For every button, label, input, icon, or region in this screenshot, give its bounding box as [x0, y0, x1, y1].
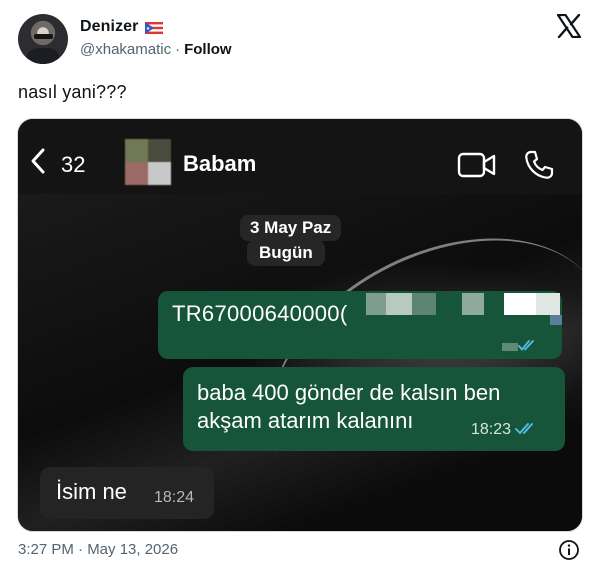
tweet-timestamp[interactable]: 3:27 PM · May 13, 2026 [18, 541, 178, 558]
contact-avatar-pixelated[interactable] [125, 139, 171, 185]
info-icon[interactable] [558, 539, 580, 561]
author-handle[interactable]: @xhakamatic [80, 41, 171, 58]
follow-button[interactable]: Follow [184, 41, 232, 58]
avatar-sunglasses [34, 34, 53, 39]
tweet-media-image[interactable]: 32 Babam 3 May Paz Bugün TR67000640000(… [17, 118, 583, 532]
author-handle-line: @xhakamatic · Follow [80, 41, 232, 58]
read-receipt-icon [502, 339, 538, 353]
message-text: TR67000640000( [172, 301, 348, 326]
tweet-text: nasıl yani??? [18, 82, 127, 102]
video-call-icon[interactable] [457, 152, 497, 178]
puerto-rico-flag-icon [144, 21, 163, 34]
censor-pixels [366, 293, 562, 327]
avatar-shirt [26, 48, 60, 64]
chat-header: 32 Babam [18, 119, 582, 194]
day-separator: Bugün [247, 240, 325, 266]
x-logo-icon[interactable] [556, 13, 582, 39]
author-avatar[interactable] [18, 14, 68, 64]
unread-count[interactable]: 32 [61, 152, 85, 178]
incoming-message[interactable]: İsim ne 18:24 [40, 467, 214, 519]
outgoing-message[interactable]: baba 400 gönder de kalsın ben akşam atar… [183, 367, 565, 451]
message-text: İsim ne [56, 479, 127, 504]
tweet: Denizer @xhakamatic · Follow nasıl yani?… [0, 0, 600, 581]
message-time: 18:23 [471, 421, 512, 438]
handle-separator: · [175, 41, 181, 58]
date-separator: 3 May Paz [240, 215, 342, 241]
back-chevron-icon[interactable] [28, 147, 48, 175]
contact-name[interactable]: Babam [183, 151, 256, 177]
author-name-line: Denizer [80, 18, 163, 36]
author-display-name[interactable]: Denizer [80, 18, 139, 36]
read-receipt-icon [515, 422, 541, 436]
message-time: 18:24 [154, 489, 195, 506]
outgoing-message-iban[interactable]: TR67000640000( [158, 291, 562, 359]
phone-call-icon[interactable] [523, 149, 555, 181]
